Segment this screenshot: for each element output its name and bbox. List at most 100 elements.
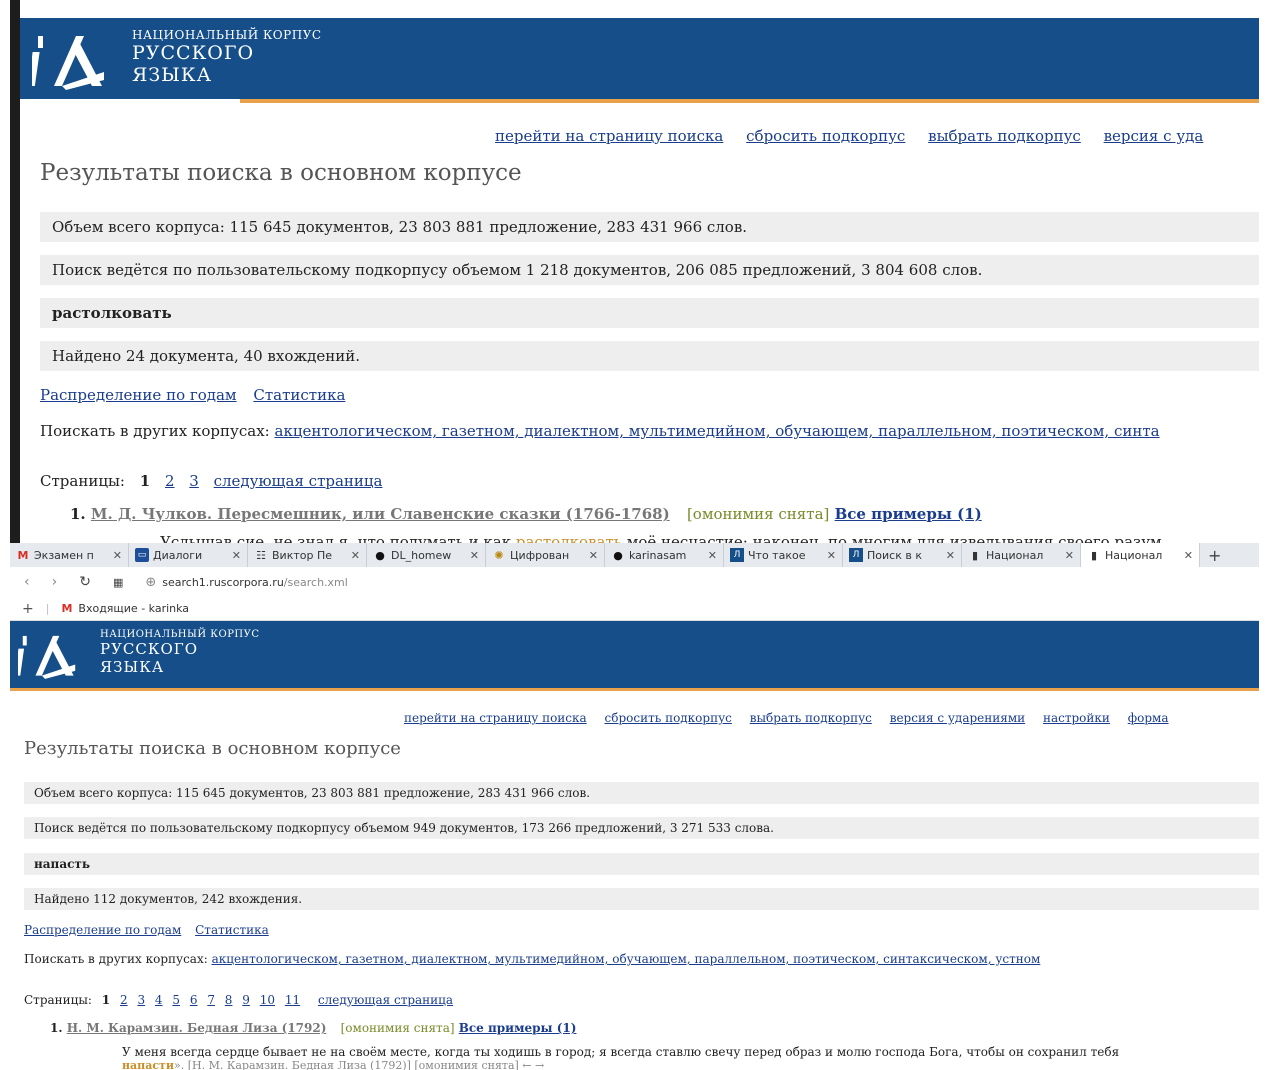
address-bar: ‹ › ↻ ▦ ⊕ search1.ruscorpora.ru/search.x…	[10, 567, 1259, 597]
browser-tab[interactable]: Л Что такое ✕	[724, 543, 843, 567]
site-info-icon[interactable]: ⊕	[145, 575, 156, 590]
all-examples-link[interactable]: Все примеры (1)	[459, 1021, 577, 1035]
page-link[interactable]: 7	[207, 993, 215, 1007]
result-sentence-continuation: напасти». [Н. М. Карамзин. Бедная Лиза (…	[122, 1059, 545, 1070]
other-corpora: Поискать в других корпусах: акцентологич…	[24, 952, 1040, 966]
page-link[interactable]: 3	[137, 993, 145, 1007]
ruscorpora-icon: Л	[849, 548, 863, 562]
gmail-icon: M	[61, 602, 73, 615]
page-link[interactable]: 5	[172, 993, 180, 1007]
top-nav-links: перейти на страницу поиска сбросить подк…	[404, 711, 1183, 725]
result-source-link[interactable]: М. Д. Чулков. Пересмешник, или Славенски…	[91, 505, 670, 523]
github-icon: ●	[375, 548, 385, 562]
logo-line1: НАЦИОНАЛЬНЫЙ КОРПУС	[100, 629, 260, 640]
distribution-by-years-link[interactable]: Распределение по годам	[40, 386, 237, 404]
page-link[interactable]: 8	[225, 993, 233, 1007]
browser-tab[interactable]: ✺ Цифрован ✕	[486, 543, 605, 567]
close-icon[interactable]: ✕	[708, 549, 717, 562]
highlighted-word: растолковать	[515, 533, 622, 543]
distribution-by-years-link[interactable]: Распределение по годам	[24, 923, 181, 937]
other-corpora-links[interactable]: акцентологическом, газетном, диалектном,…	[275, 422, 1160, 440]
next-page-link[interactable]: следующая страница	[318, 993, 453, 1007]
browser-tab[interactable]: ☷ Виктор Пе ✕	[248, 543, 367, 567]
browser-tab[interactable]: ▮ Национал ✕	[962, 543, 1081, 567]
page-link[interactable]: 9	[242, 993, 250, 1007]
all-examples-link[interactable]: Все примеры (1)	[835, 505, 982, 523]
query-word: напасть	[24, 853, 1259, 875]
grid-icon[interactable]: ▦	[113, 576, 123, 589]
nav-select-subcorpus[interactable]: выбрать подкорпус	[928, 127, 1081, 145]
pages-label: Страницы:	[40, 472, 125, 490]
browser-tab[interactable]: ● DL_homew ✕	[367, 543, 486, 567]
reload-icon[interactable]: ↻	[79, 574, 91, 590]
nav-settings[interactable]: настройки	[1043, 711, 1110, 725]
logo-line2: РУССКОГО	[100, 640, 199, 658]
browser-tab[interactable]: Л Поиск в к ✕	[843, 543, 962, 567]
page-link[interactable]: 11	[285, 993, 300, 1007]
result-number: 1.	[50, 1021, 63, 1035]
other-corpora-label: Поискать в других корпусах:	[24, 952, 208, 966]
new-tab-icon[interactable]: +	[1200, 546, 1229, 565]
distribution-links: Распределение по годам Статистика	[40, 386, 357, 404]
ruscorpora-logo-icon[interactable]	[18, 629, 80, 681]
corpus-volume: Объем всего корпуса: 115 645 документов,…	[40, 212, 1259, 242]
nav-form[interactable]: форма	[1128, 711, 1169, 725]
result-item: 1. М. Д. Чулков. Пересмешник, или Славен…	[70, 505, 982, 523]
page-link[interactable]: 10	[260, 993, 275, 1007]
browser-tab[interactable]: ▭ Диалоги ✕	[129, 543, 248, 567]
statistics-link[interactable]: Статистика	[195, 923, 269, 937]
browser-tab-active[interactable]: ▮ Национал ✕	[1081, 543, 1200, 567]
bookmark-inbox[interactable]: Входящие - karinka	[78, 602, 189, 615]
close-icon[interactable]: ✕	[232, 549, 241, 562]
pagination: Страницы: 1 2 3 следующая страница	[40, 472, 393, 490]
result-source-link[interactable]: Н. М. Карамзин. Бедная Лиза (1792)	[67, 1021, 327, 1035]
page-link[interactable]: 2	[120, 993, 128, 1007]
nav-accent-version[interactable]: версия с уда	[1104, 127, 1204, 145]
next-page-link[interactable]: следующая страница	[214, 472, 383, 490]
close-icon[interactable]: ✕	[470, 549, 479, 562]
close-icon[interactable]: ✕	[946, 549, 955, 562]
chat-icon: ▭	[135, 548, 149, 562]
logo-line2: РУССКОГО	[132, 42, 255, 64]
result-item: 1. Н. М. Карамзин. Бедная Лиза (1792) [о…	[50, 1021, 576, 1035]
left-black-bar	[10, 0, 20, 543]
bookmarks-bar: + | M Входящие - karinka	[10, 597, 1259, 621]
ruscorpora-logo-icon[interactable]	[32, 28, 110, 92]
page-icon: ▮	[971, 548, 979, 562]
search-results-page: НАЦИОНАЛЬНЫЙ КОРПУС РУССКОГО ЯЗЫКА перей…	[10, 621, 1259, 1070]
page-link[interactable]: 4	[155, 993, 163, 1007]
page-link[interactable]: 3	[189, 472, 199, 490]
close-icon[interactable]: ✕	[1184, 549, 1193, 562]
nav-search-page[interactable]: перейти на страницу поиска	[404, 711, 587, 725]
homonymy-label: [омонимия снята]	[686, 505, 830, 523]
other-corpora-label: Поискать в других корпусах:	[40, 422, 270, 440]
forward-icon[interactable]: ›	[52, 574, 58, 590]
nav-reset-subcorpus[interactable]: сбросить подкорпус	[746, 127, 905, 145]
page-icon: ▮	[1090, 548, 1098, 562]
url-field[interactable]: search1.ruscorpora.ru/search.xml	[162, 576, 348, 589]
browser-tab-bar: M Экзамен п ✕ ▭ Диалоги ✕ ☷ Виктор Пе ✕ ● D…	[10, 543, 1259, 567]
close-icon[interactable]: ✕	[589, 549, 598, 562]
browser-tab[interactable]: M Экзамен п ✕	[10, 543, 129, 567]
close-icon[interactable]: ✕	[1065, 549, 1074, 562]
nav-select-subcorpus[interactable]: выбрать подкорпус	[750, 711, 872, 725]
nav-accent-version[interactable]: версия с ударениями	[890, 711, 1025, 725]
close-icon[interactable]: ✕	[113, 549, 122, 562]
close-icon[interactable]: ✕	[351, 549, 360, 562]
nav-reset-subcorpus[interactable]: сбросить подкорпус	[605, 711, 732, 725]
close-icon[interactable]: ✕	[827, 549, 836, 562]
nav-search-page[interactable]: перейти на страницу поиска	[495, 127, 723, 145]
other-corpora-links[interactable]: акцентологическом, газетном, диалектном,…	[212, 952, 1041, 966]
github-icon: ●	[613, 548, 623, 562]
browser-tab[interactable]: ● karinasam ✕	[605, 543, 724, 567]
logo-text: НАЦИОНАЛЬНЫЙ КОРПУС РУССКОГО ЯЗЫКА	[100, 629, 260, 676]
page-link[interactable]: 2	[165, 472, 175, 490]
statistics-link[interactable]: Статистика	[253, 386, 345, 404]
query-word: растолковать	[40, 298, 1259, 328]
page-link[interactable]: 6	[190, 993, 198, 1007]
logo-text: НАЦИОНАЛЬНЫЙ КОРПУС РУССКОГО ЯЗЫКА	[132, 28, 322, 86]
add-bookmark-icon[interactable]: +	[22, 601, 34, 617]
corpus-volume: Объем всего корпуса: 115 645 документов,…	[24, 782, 1259, 804]
back-icon[interactable]: ‹	[24, 574, 30, 590]
zoomed-screenshot: НАЦИОНАЛЬНЫЙ КОРПУС РУССКОГО ЯЗЫКА перей…	[0, 0, 1275, 543]
